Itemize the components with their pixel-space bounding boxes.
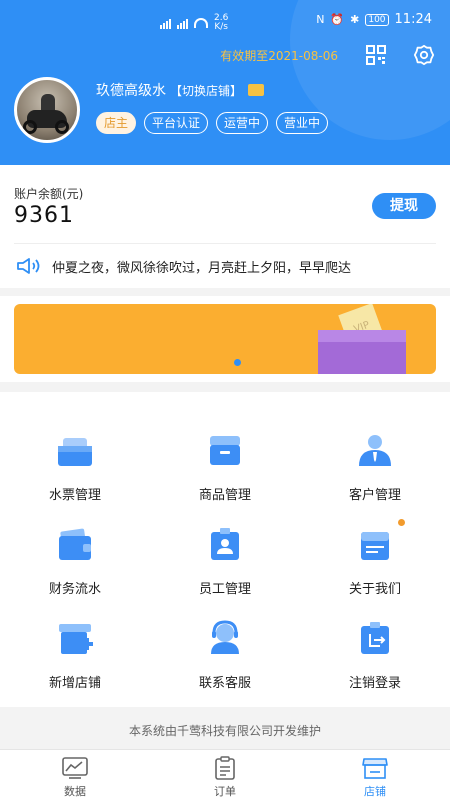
menu-about[interactable]: 关于我们 bbox=[300, 504, 450, 600]
nfc-icon: N bbox=[316, 13, 325, 26]
menu-label: 注销登录 bbox=[348, 676, 401, 691]
store-name-row: 玖德高级水 【切换店铺】 bbox=[96, 80, 265, 100]
bluetooth-icon: ✱ bbox=[350, 13, 360, 26]
tab-data[interactable]: 数据 bbox=[0, 750, 150, 800]
menu-label: 商品管理 bbox=[198, 488, 251, 503]
menu-label: 客户管理 bbox=[348, 488, 401, 503]
menu-staff[interactable]: 员工管理 bbox=[150, 504, 300, 600]
menu-label: 财务流水 bbox=[48, 582, 101, 597]
balance-value: 9361 bbox=[14, 203, 74, 228]
clock: 11:24 bbox=[394, 12, 432, 27]
menu-label: 员工管理 bbox=[198, 582, 251, 597]
qr-code-icon[interactable] bbox=[366, 45, 386, 65]
staff-badge-icon bbox=[211, 528, 239, 560]
status-bar: 2.6 K/s N ⏰ ✱ 100 11:24 bbox=[0, 8, 450, 36]
menu-logout[interactable]: 注销登录 bbox=[300, 598, 450, 694]
menu-products[interactable]: 商品管理 bbox=[150, 410, 300, 506]
notification-dot bbox=[398, 519, 405, 526]
tab-label: 订单 bbox=[214, 785, 236, 798]
store-header: 2.6 K/s N ⏰ ✱ 100 11:24 有效期至2021-08-06 玖… bbox=[0, 0, 450, 165]
switch-store-link[interactable]: 【切换店铺】 bbox=[170, 82, 242, 99]
about-icon bbox=[361, 532, 389, 560]
avatar-wheel bbox=[23, 120, 37, 134]
headset-icon bbox=[211, 620, 239, 654]
product-box-icon bbox=[210, 436, 240, 465]
tag-open: 营业中 bbox=[276, 112, 329, 134]
menu-support[interactable]: 联系客服 bbox=[150, 598, 300, 694]
vip-crown-icon bbox=[248, 84, 265, 96]
balance-card: 账户余额(元) 9361 提现 仲夏之夜，微风徐徐吹过，月亮赶上夕阳，早早爬达 bbox=[0, 165, 450, 288]
customer-icon bbox=[359, 435, 391, 466]
water-ticket-icon bbox=[58, 438, 92, 466]
menu-customers[interactable]: 客户管理 bbox=[300, 410, 450, 506]
menu-finance[interactable]: 财务流水 bbox=[0, 504, 150, 600]
tab-label: 数据 bbox=[64, 785, 86, 798]
store-page: 2.6 K/s N ⏰ ✱ 100 11:24 有效期至2021-08-06 玖… bbox=[0, 0, 450, 800]
logout-icon bbox=[361, 622, 389, 654]
battery-icon: 100 bbox=[365, 13, 389, 26]
avatar-wheel bbox=[55, 120, 69, 134]
settings-gear-icon[interactable] bbox=[413, 44, 435, 66]
bottom-tab-bar: 数据 订单 店铺 bbox=[0, 749, 450, 800]
store-icon bbox=[362, 758, 388, 779]
expire-date: 有效期至2021-08-06 bbox=[220, 49, 338, 63]
tag-certified: 平台认证 bbox=[144, 112, 209, 134]
menu-label: 水票管理 bbox=[48, 488, 101, 503]
status-left: 2.6 K/s bbox=[160, 14, 228, 32]
alarm-icon: ⏰ bbox=[330, 13, 345, 26]
menu-label: 联系客服 bbox=[198, 676, 251, 691]
store-tags: 店主 平台认证 运营中 营业中 bbox=[96, 112, 329, 134]
tab-label: 店铺 bbox=[364, 785, 386, 798]
menu-water-ticket[interactable]: 水票管理 bbox=[0, 410, 150, 506]
net-speed-unit: K/s bbox=[214, 22, 228, 32]
divider bbox=[14, 243, 436, 244]
clipboard-icon bbox=[215, 756, 235, 780]
signal-icon bbox=[160, 18, 171, 29]
banner-section: VIP bbox=[0, 296, 450, 382]
store-name: 玖德高级水 bbox=[96, 83, 166, 99]
menu-grid: 水票管理 商品管理 客户管理 财务流水 员工管理 关于我们 新增店铺 联系客服 … bbox=[0, 392, 450, 707]
tab-store[interactable]: 店铺 bbox=[300, 750, 450, 800]
notice-marquee[interactable]: 仲夏之夜，微风徐徐吹过，月亮赶上夕阳，早早爬达 bbox=[52, 257, 422, 276]
menu-label: 新增店铺 bbox=[48, 676, 101, 691]
status-right: N ⏰ ✱ 100 11:24 bbox=[316, 12, 432, 27]
banner-page-indicator bbox=[234, 359, 241, 366]
vip-box-lid bbox=[318, 330, 406, 342]
add-store-icon bbox=[59, 624, 93, 654]
menu-label: 关于我们 bbox=[348, 582, 401, 597]
menu-add-store[interactable]: 新增店铺 bbox=[0, 598, 150, 694]
tag-owner: 店主 bbox=[96, 112, 137, 134]
signal-icon-2 bbox=[177, 18, 188, 29]
chart-icon bbox=[62, 757, 88, 779]
tab-orders[interactable]: 订单 bbox=[150, 750, 300, 800]
wallet-icon bbox=[59, 528, 91, 560]
speaker-icon bbox=[17, 258, 40, 274]
wifi-icon bbox=[194, 18, 208, 28]
developer-note: 本系统由千莺科技有限公司开发维护 bbox=[128, 724, 321, 738]
tag-operating: 运营中 bbox=[216, 112, 269, 134]
balance-label: 账户余额(元) bbox=[14, 187, 84, 201]
net-speed: 2.6 K/s bbox=[214, 14, 228, 32]
vip-banner[interactable]: VIP bbox=[14, 304, 436, 374]
withdraw-button[interactable]: 提现 bbox=[372, 193, 436, 219]
avatar[interactable] bbox=[14, 77, 80, 143]
